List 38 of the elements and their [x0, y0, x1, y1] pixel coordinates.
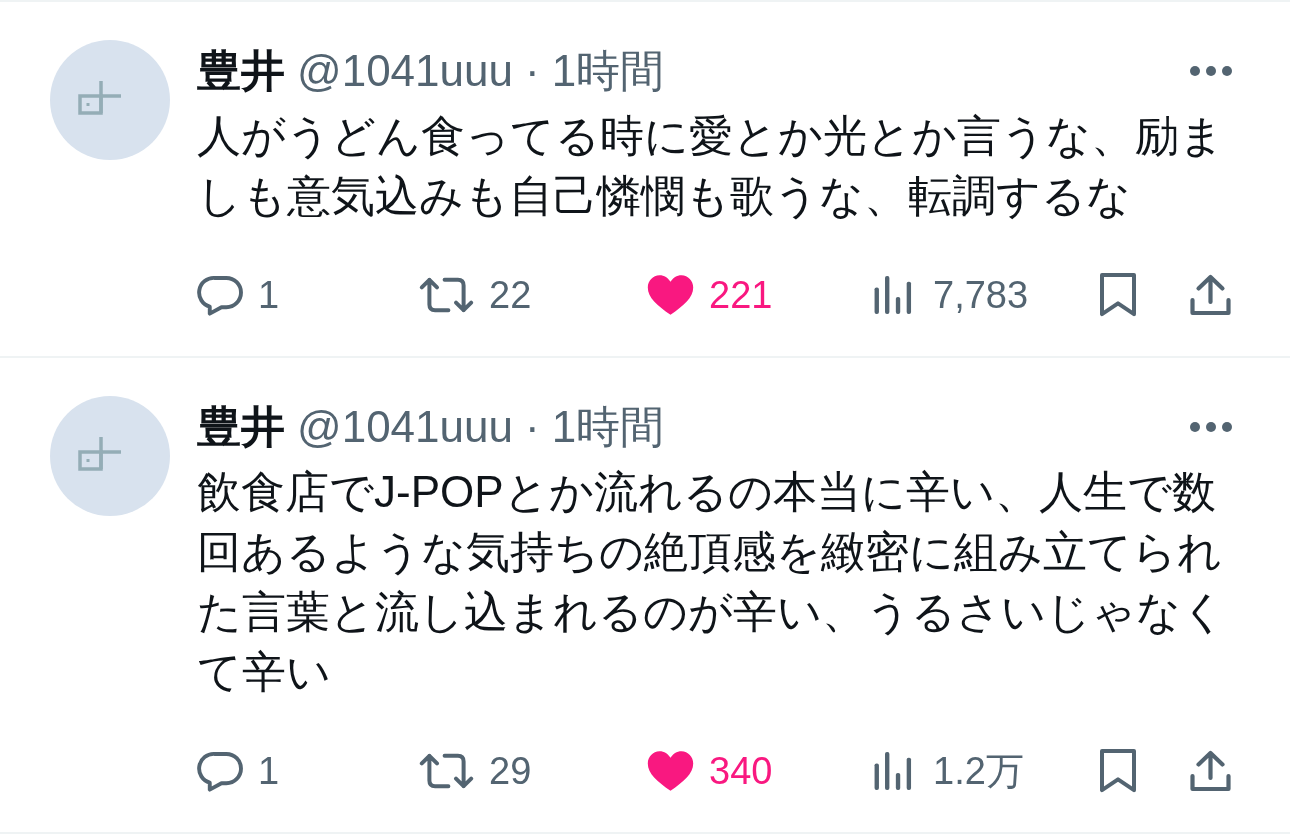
heart-icon	[646, 750, 695, 792]
post-text: 人がうどん食ってる時に愛とか光とか言うな、励ましも意気込みも自己憐憫も歌うな、転調するな	[197, 110, 1225, 222]
like-button[interactable]: 340	[646, 750, 773, 792]
more-button[interactable]	[1190, 66, 1232, 76]
speech-bubble-icon	[197, 750, 244, 792]
bookmark-button[interactable]	[1098, 273, 1138, 317]
repeat-arrows-icon	[418, 276, 475, 314]
reply-button[interactable]: 1	[197, 274, 280, 316]
author-name[interactable]: 豊井	[197, 397, 285, 457]
repeat-arrows-icon	[418, 752, 475, 790]
author-name[interactable]: 豊井	[197, 41, 285, 101]
bookmark-button[interactable]	[1098, 749, 1138, 793]
more-icon	[1190, 422, 1232, 432]
post-text: 飲食店でJ-POPとか流れるの本当に辛い、人生で数回あるような気持ちの絶頂感を緻密に組み立てられた言葉と流し込まれるのが辛い、うるさいじゃなくて辛い	[197, 466, 1227, 698]
more-icon	[1190, 66, 1232, 76]
share-button[interactable]	[1188, 750, 1233, 792]
speech-bubble-icon	[197, 274, 244, 316]
share-button[interactable]	[1188, 274, 1233, 316]
separator-dot: ·	[524, 46, 540, 96]
more-button[interactable]	[1190, 422, 1232, 432]
author-handle[interactable]: @1041uuu	[297, 402, 513, 452]
bookmark-icon	[1098, 749, 1138, 793]
post-time[interactable]: 1時間	[551, 397, 665, 457]
like-button[interactable]: 221	[646, 274, 773, 316]
bookmark-icon	[1098, 273, 1138, 317]
views-button[interactable]: 7,783	[874, 274, 1029, 316]
upload-icon	[1188, 750, 1233, 792]
reply-button[interactable]: 1	[197, 750, 280, 792]
upload-icon	[1188, 274, 1233, 316]
retweet-button[interactable]: 29	[418, 750, 532, 792]
author-handle[interactable]: @1041uuu	[297, 46, 513, 96]
views-button[interactable]: 1.2万	[874, 750, 1024, 792]
separator-dot: ·	[524, 402, 540, 452]
retweet-button[interactable]: 22	[418, 274, 532, 316]
post-time[interactable]: 1時間	[551, 41, 665, 101]
bar-chart-icon	[874, 752, 912, 790]
heart-icon	[646, 274, 695, 316]
bar-chart-icon	[874, 276, 912, 314]
